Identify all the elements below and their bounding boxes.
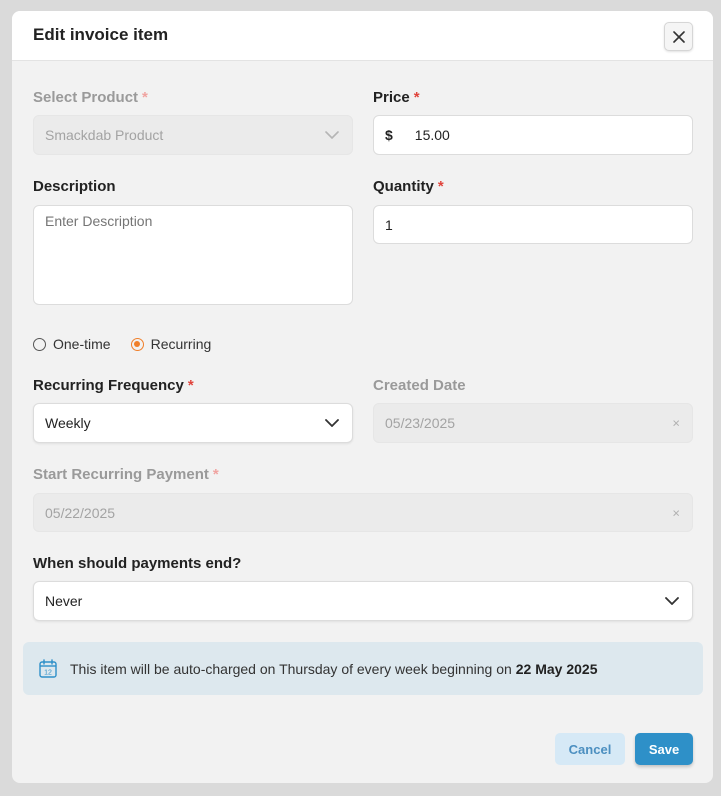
info-text-body: This item will be auto-charged on Thursd…: [70, 660, 512, 677]
save-button[interactable]: Save: [635, 733, 693, 765]
price-input[interactable]: $ 15.00: [373, 115, 693, 155]
start-recurring-value: 05/22/2025: [45, 504, 116, 521]
currency-symbol: $: [385, 127, 393, 143]
description-label: Description: [33, 178, 116, 195]
radio-unchecked-icon: [33, 337, 46, 351]
modal-title: Edit invoice item: [33, 25, 169, 44]
clear-icon[interactable]: ×: [672, 505, 680, 520]
select-product-dropdown[interactable]: Smackdab Product: [33, 115, 353, 155]
modal-header: Edit invoice item: [12, 11, 713, 61]
quantity-label: Quantity *: [373, 178, 444, 195]
radio-checked-icon: [130, 337, 144, 351]
recurring-frequency-dropdown[interactable]: Weekly: [33, 403, 353, 443]
close-icon: [672, 30, 685, 43]
radio-recurring[interactable]: Recurring: [130, 336, 212, 352]
required-mark: *: [413, 89, 420, 106]
created-date-label-text: Created Date: [373, 377, 466, 394]
calendar-icon: 12: [39, 659, 57, 678]
select-product-value: Smackdab Product: [45, 127, 164, 143]
cancel-button[interactable]: Cancel: [555, 733, 625, 765]
required-mark: *: [142, 89, 148, 106]
price-label-text: Price: [373, 89, 410, 106]
created-date-label: Created Date: [373, 377, 466, 394]
payments-end-label-text: When should payments end?: [33, 555, 242, 572]
description-textarea[interactable]: [33, 205, 353, 305]
start-recurring-label: Start Recurring Payment *: [33, 466, 219, 483]
start-recurring-date-input[interactable]: 05/22/2025 ×: [33, 493, 693, 532]
chevron-down-icon: [665, 597, 679, 605]
created-date-value: 05/23/2025: [385, 415, 456, 431]
payments-end-value: Never: [45, 593, 83, 609]
description-label-text: Description: [33, 178, 116, 195]
payments-end-label: When should payments end?: [33, 555, 241, 572]
start-recurring-label-text: Start Recurring Payment: [33, 466, 209, 483]
chevron-down-icon: [325, 131, 339, 139]
created-date-input[interactable]: 05/23/2025 ×: [373, 403, 693, 443]
clear-icon[interactable]: ×: [672, 416, 680, 431]
radio-one-time-label: One-time: [53, 336, 111, 352]
radio-recurring-label: Recurring: [150, 336, 212, 352]
svg-text:12: 12: [44, 670, 52, 677]
billing-type-radio-group: One-time Recurring: [33, 336, 231, 352]
payments-end-dropdown[interactable]: Never: [33, 581, 693, 621]
recurring-frequency-label-text: Recurring Frequency: [33, 377, 184, 394]
radio-one-time[interactable]: One-time: [33, 336, 111, 352]
price-value: 15.00: [414, 127, 450, 143]
auto-charge-info-box: 12 This item will be auto-charged on Thu…: [23, 642, 703, 695]
quantity-value: 1: [385, 216, 393, 233]
recurring-frequency-value: Weekly: [45, 415, 91, 431]
quantity-label-text: Quantity: [373, 178, 434, 195]
chevron-down-icon: [325, 419, 339, 427]
required-mark: *: [212, 466, 219, 483]
info-date: 22 May 2025: [515, 660, 598, 677]
select-product-label-text: Select Product: [33, 89, 139, 106]
info-text: This item will be auto-charged on Thursd…: [70, 661, 598, 677]
required-mark: *: [437, 178, 444, 195]
price-label: Price *: [373, 89, 420, 106]
select-product-label: Select Product *: [33, 89, 148, 106]
required-mark: *: [187, 377, 194, 394]
close-button[interactable]: [664, 22, 693, 51]
recurring-frequency-label: Recurring Frequency *: [33, 377, 194, 394]
quantity-input[interactable]: 1: [373, 205, 693, 244]
edit-invoice-item-modal: Edit invoice item Select Product * Smackd…: [12, 11, 713, 783]
